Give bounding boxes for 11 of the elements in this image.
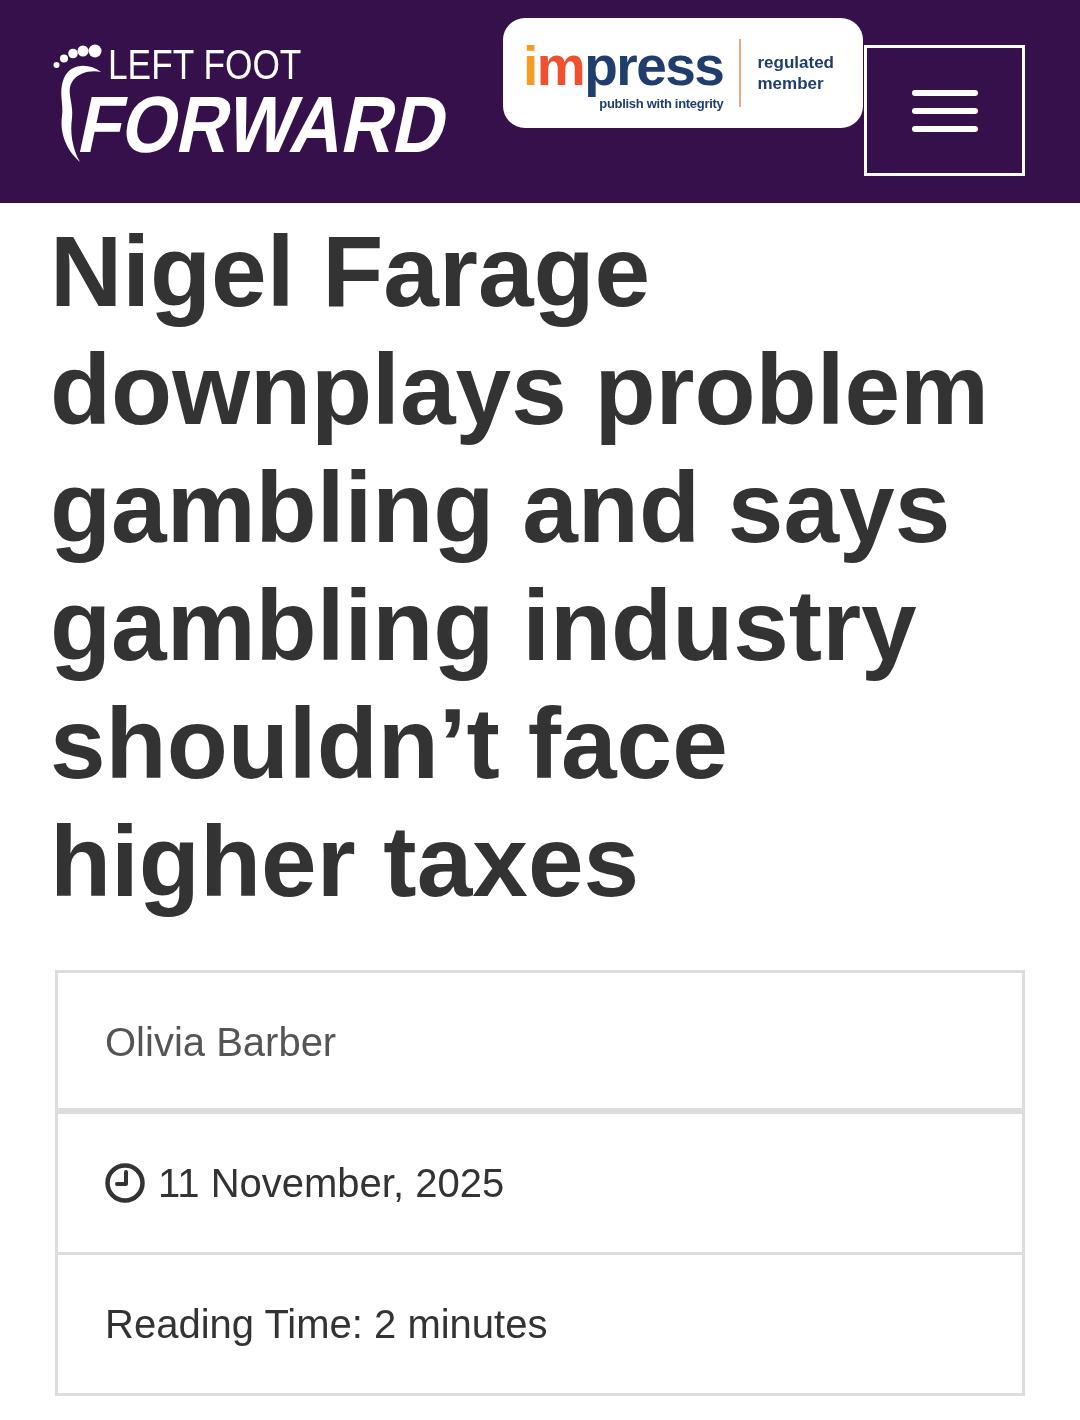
publish-date: 11 November, 2025 xyxy=(158,1161,505,1205)
article-headline: Nigel Farage downplays problem gambling and says gambling industry shouldn’t face higher taxes xyxy=(49,214,990,919)
badge-label: regulated member xyxy=(757,52,835,94)
menu-icon xyxy=(911,89,978,132)
badge-wordmark: impress xyxy=(523,35,724,96)
author-name: Olivia Barber xyxy=(105,1020,337,1064)
site-logo[interactable]: LEFT FOOT FORWARD xyxy=(52,44,456,164)
reading-time: Reading Time: 2 minutes xyxy=(105,1302,548,1346)
badge-tagline: publish with integrity xyxy=(599,95,724,111)
clock-icon xyxy=(105,1163,145,1203)
menu-button[interactable] xyxy=(864,45,1025,176)
